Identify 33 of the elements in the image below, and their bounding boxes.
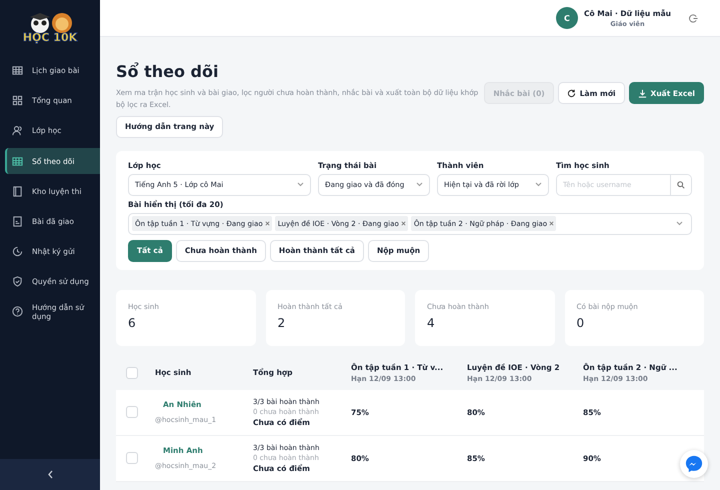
logout-icon[interactable] xyxy=(689,14,698,22)
grid-icon xyxy=(12,95,23,106)
refresh-icon xyxy=(566,88,576,98)
shield-icon xyxy=(12,276,23,287)
document-icon xyxy=(12,216,23,227)
close-icon[interactable] xyxy=(549,221,554,226)
download-icon xyxy=(638,88,647,98)
table-icon xyxy=(12,156,23,166)
close-icon[interactable] xyxy=(264,221,270,226)
help-icon xyxy=(12,306,23,317)
chevron-down-icon xyxy=(416,182,423,187)
checkbox[interactable] xyxy=(126,406,138,418)
chevron-left-icon xyxy=(46,470,54,479)
stat-value: 6 xyxy=(128,316,137,330)
chat-icon xyxy=(685,455,703,473)
stat-value: 2 xyxy=(278,316,286,330)
checkbox[interactable] xyxy=(126,452,138,464)
user-avatar: C xyxy=(556,7,578,29)
page-title: Sổ theo dõi xyxy=(116,62,220,81)
clock-icon xyxy=(12,246,23,257)
stat-value: 4 xyxy=(427,316,436,330)
search-button[interactable] xyxy=(670,174,691,194)
logo-text: HỌC 10K xyxy=(22,31,78,44)
book-icon xyxy=(12,186,23,197)
chevron-down-icon xyxy=(676,221,683,226)
stat-value: 0 xyxy=(576,316,586,330)
close-icon[interactable] xyxy=(400,221,406,226)
search-icon xyxy=(677,180,685,188)
checkbox[interactable] xyxy=(126,366,138,378)
table-icon xyxy=(12,65,23,76)
chevron-down-icon xyxy=(535,182,542,187)
chevron-down-icon xyxy=(297,182,304,187)
people-icon xyxy=(12,125,23,136)
